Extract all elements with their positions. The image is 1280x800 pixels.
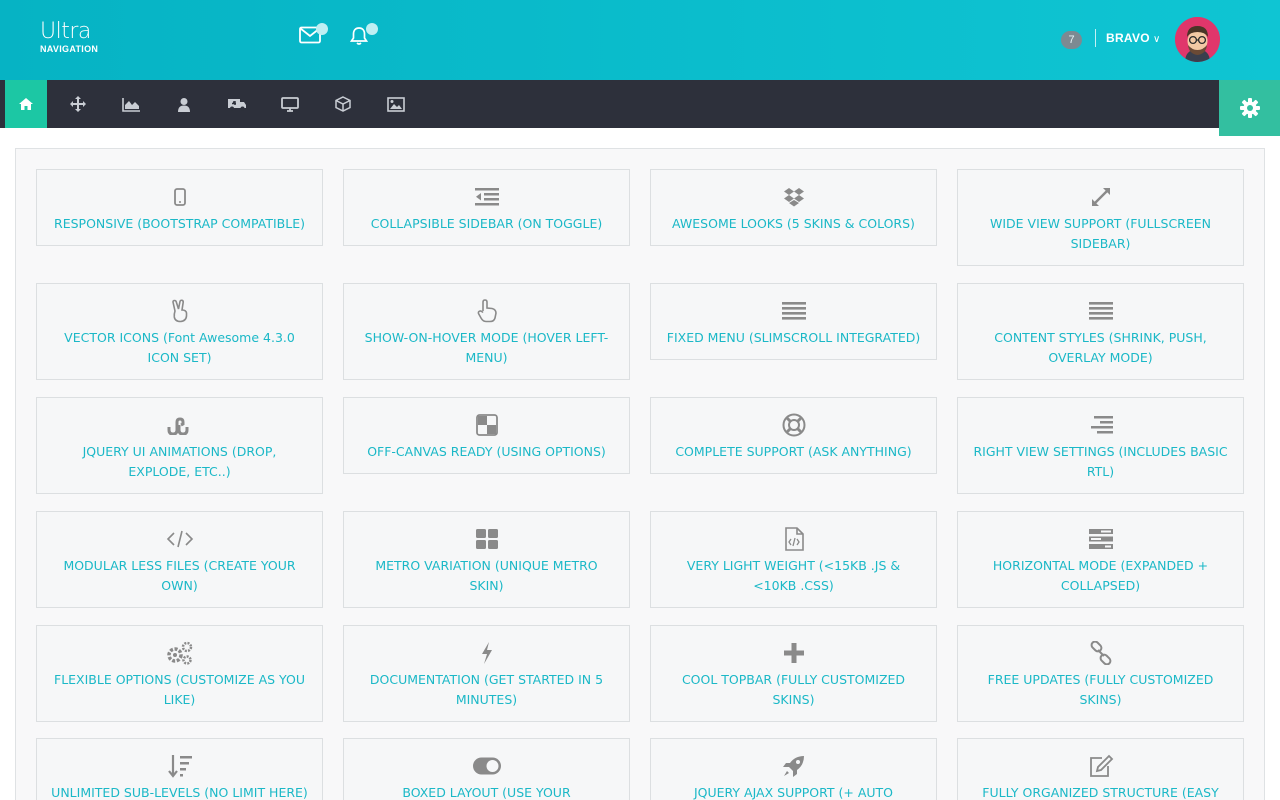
- feature-label: JQUERY AJAX SUPPORT (+ AUTO: [693, 785, 894, 800]
- feature-card[interactable]: CONTENT STYLES (SHRINK, PUSH, OVERLAY MO…: [957, 283, 1244, 380]
- th-large-icon: [344, 526, 629, 552]
- ambulance-icon[interactable]: [216, 80, 258, 128]
- feature-label: VERY LIGHT WEIGHT (<15KB .JS & <10KB .CS…: [686, 558, 901, 593]
- main-nav: [0, 80, 1219, 128]
- feature-card[interactable]: COOL TOPBAR (FULLY CUSTOMIZED SKINS): [650, 625, 937, 722]
- feature-label: RIGHT VIEW SETTINGS (INCLUDES BASIC RTL): [973, 444, 1228, 479]
- bolt-icon: [344, 640, 629, 666]
- rocket-icon: [651, 753, 936, 779]
- feature-card[interactable]: WIDE VIEW SUPPORT (FULLSCREEN SIDEBAR): [957, 169, 1244, 266]
- mobile-icon: [37, 184, 322, 210]
- username: BRAVO: [1106, 31, 1150, 45]
- stumbleupon-icon: [37, 412, 322, 438]
- features-panel: RESPONSIVE (BOOTSTRAP COMPATIBLE) COLLAP…: [15, 148, 1265, 800]
- feature-label: AWESOME LOOKS (5 SKINS & COLORS): [672, 216, 915, 231]
- topbar: Ultra NAVIGATION 7 BRAVO ∨: [0, 0, 1280, 80]
- sort-amount-desc-icon: [37, 753, 322, 779]
- align-right-icon: [958, 412, 1243, 438]
- count-badge[interactable]: 7: [1061, 31, 1082, 49]
- feature-card[interactable]: UNLIMITED SUB-LEVELS (NO LIMIT HERE): [36, 738, 323, 800]
- user-menu[interactable]: BRAVO ∨: [1106, 31, 1161, 45]
- edit-icon: [958, 753, 1243, 779]
- feature-label: JQUERY UI ANIMATIONS (DROP, EXPLODE, ETC…: [82, 444, 277, 479]
- area-chart-icon[interactable]: [110, 80, 152, 128]
- chain-icon: [958, 640, 1243, 666]
- feature-label: FLEXIBLE OPTIONS (CUSTOMIZE AS YOU LIKE): [54, 672, 305, 707]
- feature-card[interactable]: AWESOME LOOKS (5 SKINS & COLORS): [650, 169, 937, 246]
- feature-label: OFF-CANVAS READY (USING OPTIONS): [367, 444, 606, 459]
- feature-card[interactable]: OFF-CANVAS READY (USING OPTIONS): [343, 397, 630, 474]
- feature-label: BOXED LAYOUT (USE YOUR: [402, 785, 571, 800]
- logo-title: Ultra: [40, 19, 91, 44]
- feature-card[interactable]: SHOW-ON-HOVER MODE (HOVER LEFT-MENU): [343, 283, 630, 380]
- life-ring-icon: [651, 412, 936, 438]
- logo[interactable]: Ultra NAVIGATION: [40, 19, 99, 55]
- feature-card[interactable]: DOCUMENTATION (GET STARTED IN 5 MINUTES): [343, 625, 630, 722]
- feature-card[interactable]: RIGHT VIEW SETTINGS (INCLUDES BASIC RTL): [957, 397, 1244, 494]
- delicious-icon: [344, 412, 629, 438]
- gear-icon: [1239, 98, 1260, 118]
- bars-icon: [651, 298, 936, 324]
- feature-label: DOCUMENTATION (GET STARTED IN 5 MINUTES): [369, 672, 604, 707]
- feature-card[interactable]: COMPLETE SUPPORT (ASK ANYTHING): [650, 397, 937, 474]
- feature-card[interactable]: RESPONSIVE (BOOTSTRAP COMPATIBLE): [36, 169, 323, 246]
- feature-label: SHOW-ON-HOVER MODE (HOVER LEFT-MENU): [364, 330, 609, 365]
- dropbox-icon: [651, 184, 936, 210]
- divider: [1095, 29, 1096, 47]
- home-icon[interactable]: [5, 80, 47, 128]
- code-icon: [37, 526, 322, 552]
- tasks-icon: [958, 526, 1243, 552]
- feature-card[interactable]: JQUERY UI ANIMATIONS (DROP, EXPLODE, ETC…: [36, 397, 323, 494]
- feature-label: CONTENT STYLES (SHRINK, PUSH, OVERLAY MO…: [994, 330, 1207, 365]
- feature-label: MODULAR LESS FILES (CREATE YOUR OWN): [63, 558, 296, 593]
- feature-label: COMPLETE SUPPORT (ASK ANYTHING): [675, 444, 912, 459]
- feature-card[interactable]: MODULAR LESS FILES (CREATE YOUR OWN): [36, 511, 323, 608]
- feature-card[interactable]: METRO VARIATION (UNIQUE METRO SKIN): [343, 511, 630, 608]
- feature-label: METRO VARIATION (UNIQUE METRO SKIN): [375, 558, 598, 593]
- feature-label: RESPONSIVE (BOOTSTRAP COMPATIBLE): [54, 216, 305, 231]
- avatar[interactable]: [1175, 17, 1220, 62]
- feature-card[interactable]: BOXED LAYOUT (USE YOUR: [343, 738, 630, 800]
- expand-icon: [958, 184, 1243, 210]
- bars-icon: [958, 298, 1243, 324]
- feature-label: FULLY ORGANIZED STRUCTURE (EASY TO: [982, 785, 1219, 800]
- feature-card[interactable]: FIXED MENU (SLIMSCROLL INTEGRATED): [650, 283, 937, 360]
- logo-subtitle: NAVIGATION: [40, 44, 99, 54]
- settings-button[interactable]: [1219, 80, 1280, 136]
- cogs-icon: [37, 640, 322, 666]
- bell-icon[interactable]: [349, 23, 378, 48]
- chevron-down-icon: ∨: [1152, 34, 1161, 45]
- feature-label: VECTOR ICONS (Font Awesome 4.3.0 ICON SE…: [64, 330, 295, 365]
- user-icon[interactable]: [163, 80, 205, 128]
- hand-peace-icon: [37, 298, 322, 324]
- feature-card[interactable]: VERY LIGHT WEIGHT (<15KB .JS & <10KB .CS…: [650, 511, 937, 608]
- feature-label: WIDE VIEW SUPPORT (FULLSCREEN SIDEBAR): [989, 216, 1212, 251]
- feature-card[interactable]: JQUERY AJAX SUPPORT (+ AUTO: [650, 738, 937, 800]
- outdent-icon: [344, 184, 629, 210]
- notification-dot: [316, 23, 328, 35]
- feature-card[interactable]: COLLAPSIBLE SIDEBAR (ON TOGGLE): [343, 169, 630, 246]
- file-code-icon: [651, 526, 936, 552]
- feature-card[interactable]: FLEXIBLE OPTIONS (CUSTOMIZE AS YOU LIKE): [36, 625, 323, 722]
- feature-label: FREE UPDATES (FULLY CUSTOMIZED SKINS): [987, 672, 1214, 707]
- feature-card[interactable]: FULLY ORGANIZED STRUCTURE (EASY TO: [957, 738, 1244, 800]
- feature-card[interactable]: FREE UPDATES (FULLY CUSTOMIZED SKINS): [957, 625, 1244, 722]
- plus-icon: [651, 640, 936, 666]
- arrows-icon[interactable]: [57, 80, 99, 128]
- feature-card[interactable]: HORIZONTAL MODE (EXPANDED + COLLAPSED): [957, 511, 1244, 608]
- feature-card[interactable]: VECTOR ICONS (Font Awesome 4.3.0 ICON SE…: [36, 283, 323, 380]
- feature-label: FIXED MENU (SLIMSCROLL INTEGRATED): [666, 330, 921, 345]
- hand-pointer-icon: [344, 298, 629, 324]
- notification-dot: [366, 23, 378, 35]
- envelope-icon[interactable]: [299, 23, 328, 48]
- toggle-on-icon: [344, 753, 629, 779]
- feature-label: COOL TOPBAR (FULLY CUSTOMIZED SKINS): [681, 672, 906, 707]
- cube-icon[interactable]: [322, 80, 364, 128]
- feature-label: HORIZONTAL MODE (EXPANDED + COLLAPSED): [992, 558, 1209, 593]
- feature-label: COLLAPSIBLE SIDEBAR (ON TOGGLE): [370, 216, 603, 231]
- feature-label: UNLIMITED SUB-LEVELS (NO LIMIT HERE): [51, 785, 308, 800]
- desktop-icon[interactable]: [269, 80, 311, 128]
- image-icon[interactable]: [375, 80, 417, 128]
